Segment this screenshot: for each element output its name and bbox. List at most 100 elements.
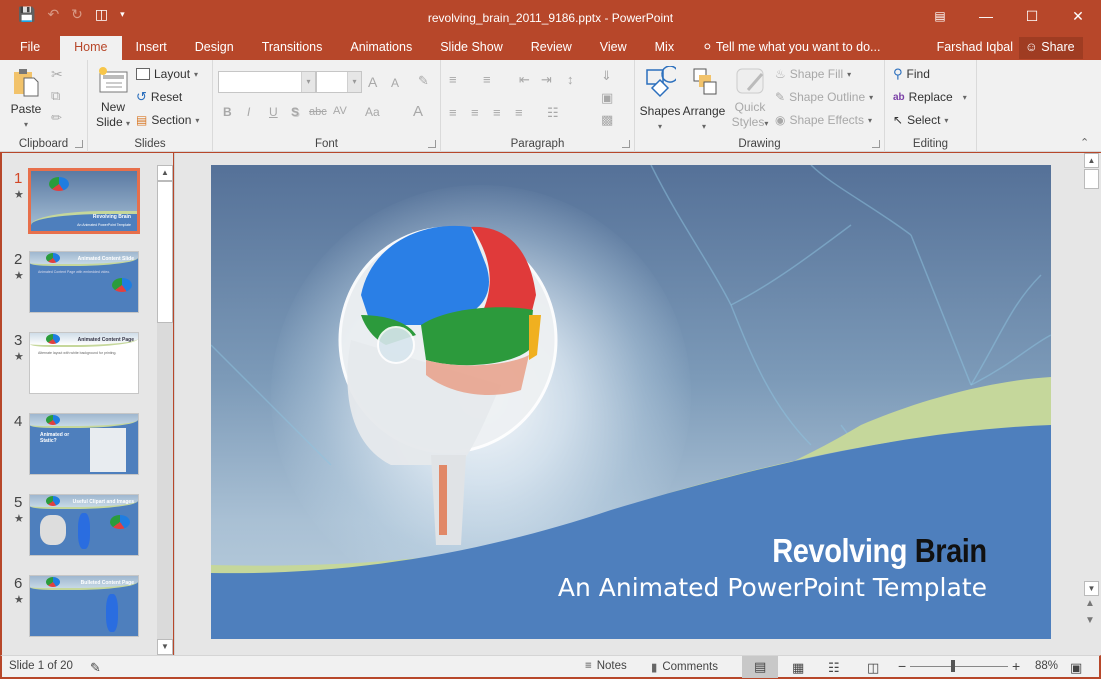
current-slide[interactable]: Revolving Brain An Animated PowerPoint T… <box>211 165 1051 639</box>
bold-button[interactable]: B <box>223 105 232 119</box>
tab-animations[interactable]: Animations <box>336 36 426 60</box>
zoom-out-icon[interactable]: − <box>898 658 906 674</box>
ribbon-home: Paste ▾ ✂ ⧉ ✏ Clipboard New Slide ▾ Layo… <box>0 60 1101 152</box>
previous-slide-icon[interactable]: ▲ <box>1085 598 1095 609</box>
section-button[interactable]: ▤ Section ▾ <box>136 110 199 130</box>
numbering-icon[interactable]: ≡ <box>483 72 491 87</box>
animation-star-icon: ★ <box>14 594 24 606</box>
align-right-icon[interactable]: ≡ <box>493 105 501 120</box>
minimize-icon[interactable]: — <box>963 0 1009 32</box>
new-slide-button[interactable]: New Slide ▾ <box>93 66 133 131</box>
reset-icon: ↺ <box>136 89 147 104</box>
slide-show-view-icon[interactable]: ◫ <box>867 660 879 676</box>
slide-sorter-icon[interactable]: ▦ <box>792 660 804 676</box>
user-name[interactable]: Farshad Iqbal <box>937 36 1013 58</box>
font-name-dropdown-icon[interactable]: ▾ <box>301 72 315 92</box>
close-icon[interactable]: ✕ <box>1055 0 1101 32</box>
grow-font-icon[interactable]: A <box>368 74 377 90</box>
slide-subtitle[interactable]: An Animated PowerPoint Template <box>558 573 987 602</box>
font-size-dropdown-icon[interactable]: ▾ <box>347 72 361 92</box>
quick-styles-button[interactable]: Quick Styles▾ <box>729 66 771 131</box>
scroll-down-icon[interactable]: ▼ <box>1084 581 1099 596</box>
increase-indent-icon[interactable]: ⇥ <box>541 72 552 88</box>
maximize-icon[interactable]: ☐ <box>1009 0 1055 32</box>
comments-button[interactable]: ▮ Comments <box>651 660 718 674</box>
slide-title[interactable]: Revolving Brain <box>773 532 988 570</box>
ribbon-display-icon[interactable]: ▤ <box>917 0 963 32</box>
notes-button[interactable]: ≡ Notes <box>585 660 627 672</box>
align-left-icon[interactable]: ≡ <box>449 105 457 120</box>
copy-icon[interactable]: ⧉ <box>51 88 60 104</box>
scrollbar-thumb[interactable] <box>157 181 173 323</box>
font-launcher-icon[interactable] <box>428 140 436 148</box>
clear-formatting-icon[interactable]: ✎ <box>418 73 429 89</box>
group-label-drawing: Drawing <box>738 138 781 150</box>
thumbnails-scrollbar[interactable]: ▲ ▼ <box>157 165 173 655</box>
next-slide-icon[interactable]: ▼ <box>1085 615 1095 626</box>
bullets-icon[interactable]: ≡ <box>449 72 457 87</box>
reading-view-icon[interactable]: ☷ <box>828 660 840 676</box>
shadow-button[interactable]: S <box>291 105 299 119</box>
replace-button[interactable]: ab Replace ▾ <box>893 87 967 107</box>
drawing-launcher-icon[interactable] <box>872 140 880 148</box>
tab-file[interactable]: File <box>0 36 60 60</box>
scroll-up-icon[interactable]: ▲ <box>1084 153 1099 168</box>
shape-fill-button[interactable]: ♨ Shape Fill ▾ <box>775 64 851 84</box>
font-name-input[interactable]: ▾ <box>218 71 316 93</box>
tab-mix[interactable]: Mix <box>641 36 688 60</box>
strikethrough-button[interactable]: abc <box>309 106 327 118</box>
tab-review[interactable]: Review <box>517 36 586 60</box>
group-slides: New Slide ▾ Layout ▾ ↺ Reset ▤ Section ▾ S… <box>88 60 213 152</box>
change-case-button[interactable]: Aa <box>365 105 380 119</box>
arrange-button[interactable]: Arrange ▾ <box>681 66 727 134</box>
tab-view[interactable]: View <box>586 36 641 60</box>
tell-me-search[interactable]: ⚪ Tell me what you want to do... <box>688 36 880 60</box>
italic-button[interactable]: I <box>247 105 250 119</box>
shape-effects-button[interactable]: ◉ Shape Effects ▾ <box>775 110 872 130</box>
character-spacing-button[interactable]: AV <box>333 105 347 117</box>
text-direction-icon[interactable]: ⇓ <box>601 68 612 84</box>
select-button[interactable]: ↖ Select ▾ <box>893 110 948 130</box>
zoom-level[interactable]: 88% <box>1035 660 1058 672</box>
scrollbar-thumb[interactable] <box>1084 169 1099 189</box>
share-button[interactable]: ☺ Share <box>1019 37 1083 59</box>
paragraph-launcher-icon[interactable] <box>622 140 630 148</box>
tab-design[interactable]: Design <box>181 36 248 60</box>
tab-home[interactable]: Home <box>60 36 122 60</box>
underline-button[interactable]: U <box>269 105 278 119</box>
reset-button[interactable]: ↺ Reset <box>136 87 182 107</box>
shrink-font-icon[interactable]: A <box>391 76 399 90</box>
scroll-up-icon[interactable]: ▲ <box>157 165 173 181</box>
tab-transitions[interactable]: Transitions <box>248 36 337 60</box>
tab-slide-show[interactable]: Slide Show <box>426 36 517 60</box>
zoom-slider[interactable] <box>910 666 1008 667</box>
shape-outline-button[interactable]: ✎ Shape Outline ▾ <box>775 87 873 107</box>
smartart-icon[interactable]: ▩ <box>601 112 613 128</box>
editor-scrollbar[interactable]: ▲ ▼ ▲ ▼ <box>1084 153 1101 655</box>
zoom-in-icon[interactable]: + <box>1012 658 1020 674</box>
group-label-paragraph: Paragraph <box>510 138 565 150</box>
justify-icon[interactable]: ≡ <box>515 105 523 120</box>
cut-icon[interactable]: ✂ <box>51 66 63 83</box>
collapse-ribbon-icon[interactable]: ⌃ <box>1080 136 1089 149</box>
align-text-icon[interactable]: ▣ <box>601 90 613 106</box>
find-button[interactable]: ⚲ Find <box>893 64 930 84</box>
font-size-input[interactable]: ▾ <box>316 71 362 93</box>
spell-check-icon[interactable]: ✎ <box>90 660 101 676</box>
shapes-button[interactable]: Shapes ▾ <box>639 65 681 134</box>
align-center-icon[interactable]: ≡ <box>471 105 479 120</box>
normal-view-button[interactable]: ▤ <box>742 656 778 678</box>
tab-insert[interactable]: Insert <box>122 36 181 60</box>
layout-button[interactable]: Layout ▾ <box>136 64 198 84</box>
paste-button[interactable]: Paste ▾ <box>8 66 44 132</box>
fit-slide-icon[interactable]: ▣ <box>1070 660 1082 676</box>
quick-styles-icon <box>736 68 764 94</box>
columns-icon[interactable]: ☷ <box>547 105 559 121</box>
format-painter-icon[interactable]: ✏ <box>51 110 62 126</box>
font-color-button[interactable]: A <box>413 103 423 120</box>
clipboard-launcher-icon[interactable] <box>75 140 83 148</box>
scroll-down-icon[interactable]: ▼ <box>157 639 173 655</box>
line-spacing-icon[interactable]: ↕ <box>567 72 574 87</box>
zoom-slider-thumb[interactable] <box>951 660 955 672</box>
decrease-indent-icon[interactable]: ⇤ <box>519 72 530 88</box>
